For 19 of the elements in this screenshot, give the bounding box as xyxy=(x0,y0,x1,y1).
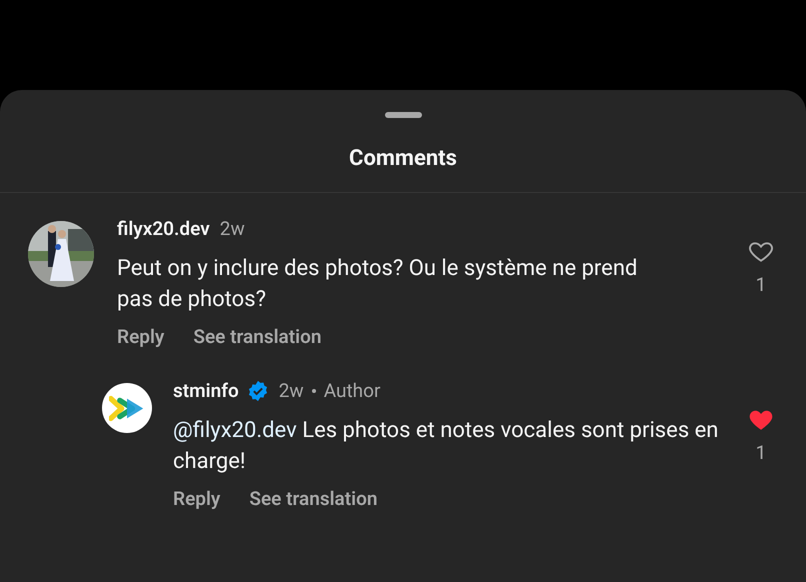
see-translation-button[interactable]: See translation xyxy=(249,487,378,511)
comment-text: Peut on y inclure des photos? Ou le système ne prend pas de photos? xyxy=(117,255,638,314)
like-count: 1 xyxy=(756,440,766,466)
mention-link[interactable]: @filyx20.dev xyxy=(173,418,297,443)
drag-handle[interactable] xyxy=(384,112,422,118)
see-translation-button[interactable]: See translation xyxy=(193,325,322,349)
like-count: 1 xyxy=(756,272,766,298)
comment-text: @filyx20.dev Les photos et notes vocales sont prises en charge! xyxy=(173,417,720,476)
timestamp: 2w xyxy=(220,217,245,241)
reply-button[interactable]: Reply xyxy=(117,325,164,349)
verified-badge-icon xyxy=(246,380,269,402)
username[interactable]: stminfo xyxy=(173,379,239,403)
bullet-separator xyxy=(312,389,316,393)
timestamp: 2w xyxy=(278,379,304,403)
author-label: Author xyxy=(324,379,380,403)
arrow-logo-icon xyxy=(109,394,145,422)
reply-button[interactable]: Reply xyxy=(173,487,220,511)
sheet-title: Comments xyxy=(349,145,457,173)
username[interactable]: filyx20.dev xyxy=(117,217,210,241)
